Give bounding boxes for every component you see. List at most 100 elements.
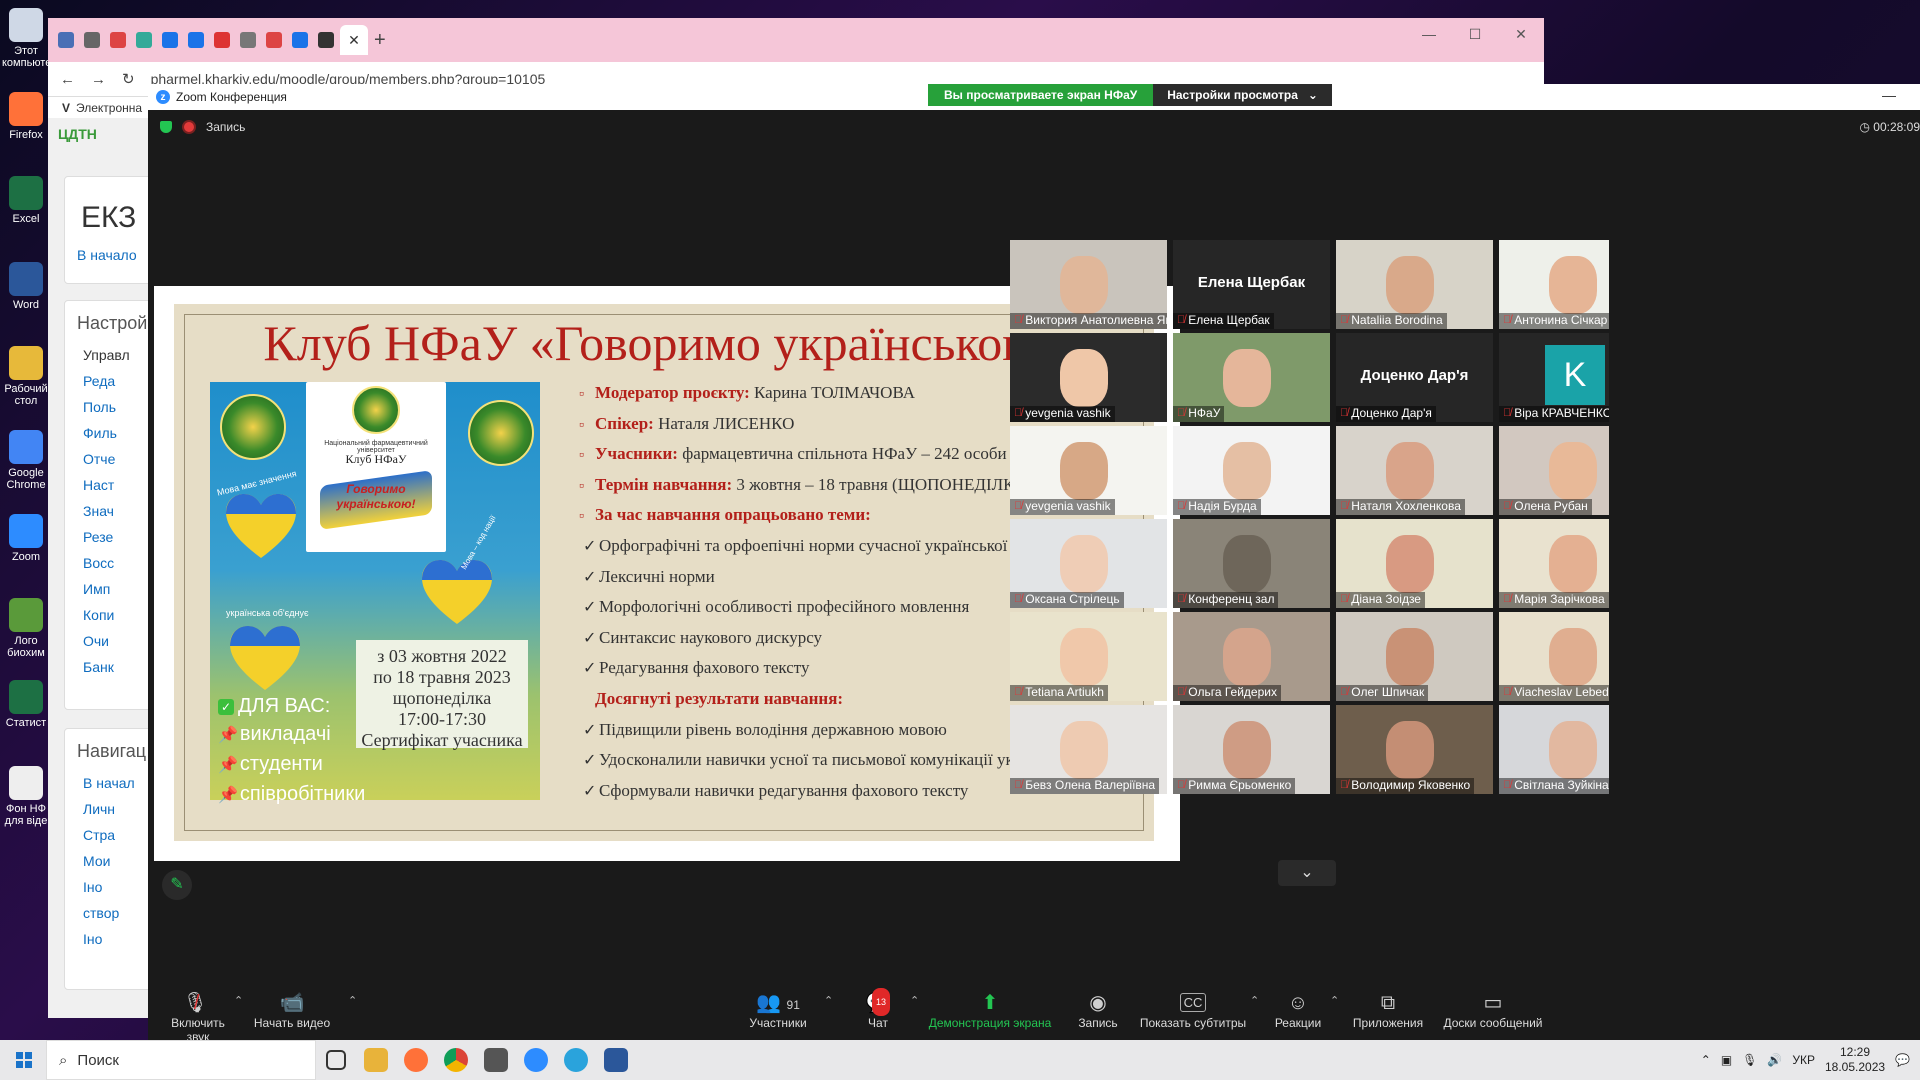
new-tab-icon[interactable]: + — [374, 29, 386, 52]
participant-tile[interactable]: Доценко Дар'я 🎙̸ Доценко Дар'я — [1336, 333, 1493, 422]
desktop-icon[interactable]: Статист — [2, 680, 50, 729]
tab-favicon-icon[interactable] — [136, 32, 152, 48]
file-explorer-icon[interactable] — [356, 1040, 396, 1080]
caret-up-icon[interactable]: ⌃ — [1330, 994, 1339, 1007]
tab-favicon-icon[interactable] — [84, 32, 100, 48]
desktop-icon[interactable]: Zoom — [2, 514, 50, 563]
volume-icon[interactable]: 🔊 — [1767, 1053, 1782, 1067]
chat-button[interactable]: 💬13 Чат — [848, 988, 908, 1030]
participant-tile[interactable]: 🎙̸ Діана Зоідзе — [1336, 519, 1493, 608]
minimize-icon[interactable]: — — [1406, 18, 1452, 50]
caret-up-icon[interactable]: ⌃ — [1250, 994, 1259, 1007]
desktop-icon[interactable]: Фон НФ для віде — [2, 766, 50, 827]
participant-tile[interactable]: 🎙̸ Tetiana Artiukh — [1010, 612, 1167, 701]
desktop-icon[interactable]: Этот компьютер — [2, 8, 57, 69]
participant-tile[interactable]: 🎙̸ Марія Зарічкова — [1499, 519, 1609, 608]
forward-icon[interactable]: → — [91, 71, 106, 88]
task-view-icon[interactable] — [316, 1040, 356, 1080]
search-placeholder: Поиск — [77, 1051, 119, 1069]
taskbar-search[interactable]: ⌕ Поиск — [46, 1040, 316, 1080]
caret-up-icon[interactable]: ⌃ — [824, 994, 833, 1007]
minimize-icon[interactable]: — — [1882, 87, 1896, 103]
notifications-icon[interactable]: 💬 — [1895, 1053, 1910, 1067]
tab-favicon-icon[interactable] — [214, 32, 230, 48]
caret-up-icon[interactable]: ⌃ — [348, 994, 357, 1007]
view-settings-button[interactable]: Настройки просмотра ⌄ — [1153, 84, 1332, 106]
maximize-icon[interactable]: ☐ — [1452, 18, 1498, 50]
tab-favicon-icon[interactable] — [292, 32, 308, 48]
tab-favicon-icon[interactable] — [318, 32, 334, 48]
participant-tile[interactable]: 🎙̸ Nataliia Borodina — [1336, 240, 1493, 329]
participant-tile[interactable]: 🎙̸ Надія Бурда — [1173, 426, 1330, 515]
participant-tile[interactable]: K 🎙̸ Віра КРАВЧЕНКО — [1499, 333, 1609, 422]
participant-tile[interactable]: 🎙̸ Олег Шпичак — [1336, 612, 1493, 701]
record-button[interactable]: ◉ Запись — [1068, 990, 1128, 1030]
desktop-icon[interactable]: Google Chrome — [2, 430, 50, 491]
participant-tile[interactable]: Елена Щербак 🎙̸ Елена Щербак — [1173, 240, 1330, 329]
windows-start-icon[interactable] — [16, 1052, 32, 1068]
participant-tile[interactable]: 🎙̸ Антонина Січкар — [1499, 240, 1609, 329]
tab-favicon-icon[interactable] — [188, 32, 204, 48]
participant-tile[interactable]: 🎙̸ Олена Рубан — [1499, 426, 1609, 515]
clock[interactable]: 12:29 18.05.2023 — [1825, 1045, 1885, 1075]
zoom-title: Zoom Конференция — [176, 90, 287, 104]
participant-tile[interactable]: 🎙̸ yevgenia vashik — [1010, 333, 1167, 422]
firefox-icon[interactable] — [396, 1040, 436, 1080]
chrome-icon[interactable] — [436, 1040, 476, 1080]
participant-video — [1060, 535, 1108, 593]
network-icon[interactable]: ▣ — [1721, 1053, 1732, 1067]
whiteboards-button[interactable]: ▭ Доски сообщений — [1438, 990, 1548, 1030]
subtitles-button[interactable]: CC Показать субтитры — [1138, 990, 1248, 1030]
participant-tile[interactable]: 🎙̸ Бевз Олена Валеріївна — [1010, 705, 1167, 794]
participant-tile[interactable]: 🎙̸ Viacheslav Lebedy — [1499, 612, 1609, 701]
word-icon[interactable] — [596, 1040, 636, 1080]
tab-favicon-icon[interactable] — [240, 32, 256, 48]
microphone-icon[interactable]: 🎙 — [1742, 1053, 1757, 1067]
participant-tile[interactable]: 🎙̸ Виктория Анатолиевна Як... — [1010, 240, 1167, 329]
zoom-icon[interactable] — [516, 1040, 556, 1080]
apps-button[interactable]: ⧉ Приложения — [1348, 990, 1428, 1030]
tab-favicon-icon[interactable] — [162, 32, 178, 48]
caret-up-icon[interactable]: ⌃ — [910, 994, 919, 1007]
reactions-button[interactable]: ☺ Реакции — [1268, 990, 1328, 1030]
mic-muted-icon: 🎙̸ — [1503, 779, 1512, 791]
desktop-icon[interactable]: Рабочий стол — [2, 346, 50, 407]
participant-tile[interactable]: 🎙̸ Римма Єрьоменко — [1173, 705, 1330, 794]
desktop-icon[interactable]: Excel — [2, 176, 50, 225]
calculator-icon[interactable] — [476, 1040, 516, 1080]
participant-tile[interactable]: 🎙̸ Конференц зал — [1173, 519, 1330, 608]
annotate-pen-icon[interactable]: ✎ — [162, 870, 192, 900]
tab-favicon-icon[interactable] — [58, 32, 74, 48]
active-tab[interactable]: ✕ — [340, 25, 368, 55]
gallery-next-chevron-icon[interactable]: ⌄ — [1278, 860, 1336, 886]
back-icon[interactable]: ← — [60, 71, 75, 88]
bookmark-item[interactable]: Электронна — [76, 101, 142, 115]
reload-icon[interactable]: ↻ — [122, 70, 135, 88]
participant-tile[interactable]: 🎙̸ Наталя Хохленкова — [1336, 426, 1493, 515]
moodle-brand[interactable]: ЦДТН — [58, 126, 97, 142]
close-window-icon[interactable]: ✕ — [1498, 18, 1544, 50]
close-tab-icon[interactable]: ✕ — [348, 32, 360, 49]
heart-icon — [422, 560, 492, 624]
start-video-button[interactable]: 📹 Начать видео — [252, 990, 332, 1030]
tray-chevron-icon[interactable]: ⌃ — [1701, 1053, 1711, 1067]
telegram-icon[interactable] — [556, 1040, 596, 1080]
participant-tile[interactable]: 🎙̸ Володимир Яковенко — [1336, 705, 1493, 794]
participant-tile[interactable]: 🎙̸ Оксана Стрілець — [1010, 519, 1167, 608]
mute-button[interactable]: 🎙/ Включить звук — [158, 990, 238, 1044]
bullet-label: За час навчання опрацьовано теми: — [595, 505, 871, 525]
desktop-icon[interactable]: Word — [2, 262, 50, 311]
desktop-icon[interactable]: Firefox — [2, 92, 50, 141]
tab-favicon-icon[interactable] — [110, 32, 126, 48]
caret-up-icon[interactable]: ⌃ — [234, 994, 243, 1007]
participant-tile[interactable]: 🎙̸ yevgenia vashik — [1010, 426, 1167, 515]
share-screen-button[interactable]: ⬆ Демонстрация экрана — [928, 990, 1052, 1030]
security-shield-icon[interactable] — [160, 121, 172, 133]
participants-button[interactable]: 👥 91 Участники — [738, 990, 818, 1030]
participant-tile[interactable]: 🎙̸ Ольга Гейдерих — [1173, 612, 1330, 701]
tab-favicon-icon[interactable] — [266, 32, 282, 48]
participant-tile[interactable]: 🎙̸ НФаУ — [1173, 333, 1330, 422]
language-indicator[interactable]: УКР — [1792, 1053, 1815, 1067]
desktop-icon[interactable]: Лого биохим — [2, 598, 50, 659]
participant-tile[interactable]: 🎙̸ Світлана Зуйкіна — [1499, 705, 1609, 794]
